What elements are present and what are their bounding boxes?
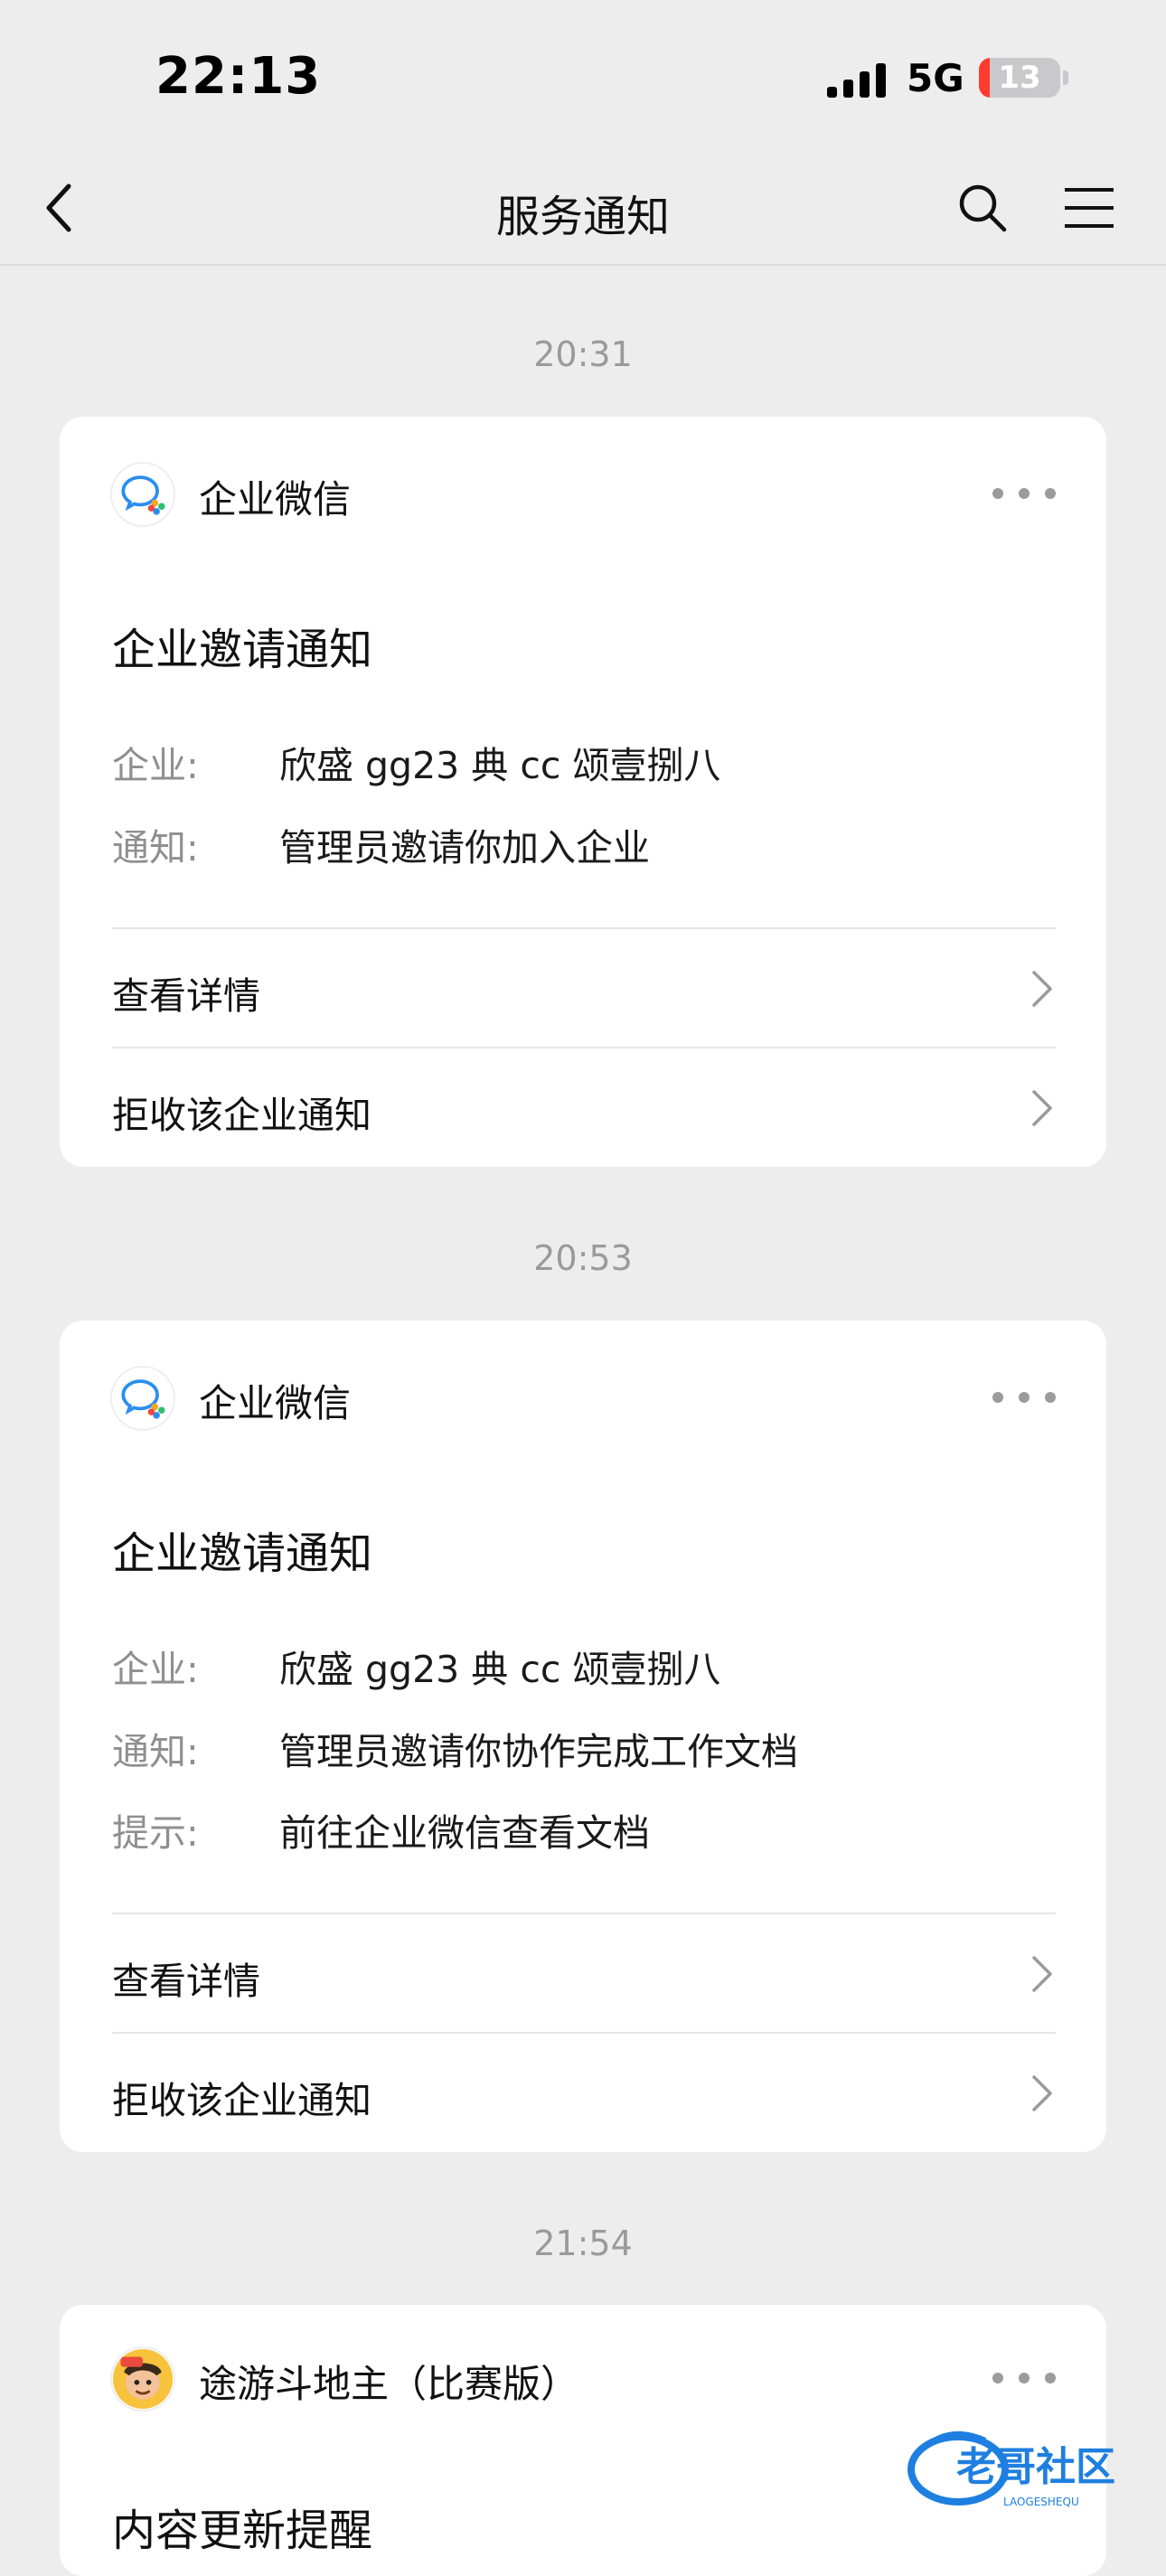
watermark-text: 老哥社区 xyxy=(956,2444,1115,2490)
notification-card: 企业微信 企业邀请通知 企业: 欣盛 gg23 典 cc 颂壹捌八 通知: 管理… xyxy=(60,1321,1106,2152)
search-button[interactable] xyxy=(946,172,1019,244)
chevron-right-icon xyxy=(1032,971,1052,1007)
action-label: 拒收该企业通知 xyxy=(112,2079,371,2122)
message-timestamp: 20:53 xyxy=(533,1238,633,1278)
watermark-logo: 老哥社区 LAOGESHEQU xyxy=(907,2431,1115,2508)
field-label: 通知: xyxy=(112,1730,199,1773)
chevron-right-icon xyxy=(1032,1090,1052,1126)
field-value: 欣盛 gg23 典 cc 颂壹捌八 xyxy=(279,1648,721,1691)
battery-icon: 13 xyxy=(979,58,1060,98)
battery-level: 13 xyxy=(998,60,1041,96)
action-label: 拒收该企业通知 xyxy=(112,1094,371,1137)
field-label: 通知: xyxy=(112,826,199,870)
hamburger-menu-icon xyxy=(1065,188,1114,228)
app-name: 企业微信 xyxy=(199,477,352,522)
card-header: 途游斗地主（比赛版） xyxy=(110,2346,1056,2411)
block-notifications-button[interactable]: 拒收该企业通知 xyxy=(112,1048,1056,1166)
view-details-button[interactable]: 查看详情 xyxy=(112,929,1056,1047)
card-title: 内容更新提醒 xyxy=(112,2505,373,2556)
block-notifications-button[interactable]: 拒收该企业通知 xyxy=(112,2034,1056,2151)
chevron-right-icon xyxy=(1032,2075,1052,2111)
app-name: 途游斗地主（比赛版） xyxy=(199,2362,579,2406)
card-header: 企业微信 xyxy=(110,1366,1056,1431)
action-label: 查看详情 xyxy=(112,1960,260,2003)
wecom-logo-icon xyxy=(110,1366,175,1431)
message-timestamp: 21:54 xyxy=(533,2223,633,2263)
chevron-right-icon xyxy=(1032,1956,1052,1992)
more-options-button[interactable] xyxy=(992,480,1056,507)
search-icon xyxy=(959,184,1007,232)
card-title: 企业邀请通知 xyxy=(112,625,373,675)
notification-card: 企业微信 企业邀请通知 企业: 欣盛 gg23 典 cc 颂壹捌八 通知: 管理… xyxy=(60,417,1106,1167)
field-value: 管理员邀请你加入企业 xyxy=(279,826,650,870)
field-label: 企业: xyxy=(112,744,199,787)
message-timestamp: 20:31 xyxy=(533,334,633,374)
field-label: 企业: xyxy=(112,1648,199,1691)
app-name: 企业微信 xyxy=(199,1381,352,1425)
status-time: 22:13 xyxy=(155,47,322,106)
field-value: 欣盛 gg23 典 cc 颂壹捌八 xyxy=(279,744,721,787)
cellular-signal-icon xyxy=(827,63,886,98)
watermark-subtext: LAOGESHEQU xyxy=(1003,2496,1079,2508)
card-header: 企业微信 xyxy=(110,462,1056,527)
field-value: 前往企业微信查看文档 xyxy=(279,1811,650,1855)
nav-bar: 服务通知 xyxy=(0,154,1166,266)
more-options-button[interactable] xyxy=(992,2364,1056,2392)
menu-button[interactable] xyxy=(1053,172,1125,244)
field-value: 管理员邀请你协作完成工作文档 xyxy=(279,1730,798,1773)
action-label: 查看详情 xyxy=(112,974,260,1018)
wecom-logo-icon xyxy=(110,462,175,527)
game-avatar-icon xyxy=(110,2346,175,2411)
more-options-button[interactable] xyxy=(992,1384,1056,1411)
battery-tip xyxy=(1063,71,1068,85)
field-label: 提示: xyxy=(112,1811,199,1855)
status-bar: 22:13 5G 13 xyxy=(0,0,1166,154)
network-type: 5G xyxy=(907,56,964,100)
view-details-button[interactable]: 查看详情 xyxy=(112,1914,1056,2032)
card-title: 企业邀请通知 xyxy=(112,1528,373,1579)
